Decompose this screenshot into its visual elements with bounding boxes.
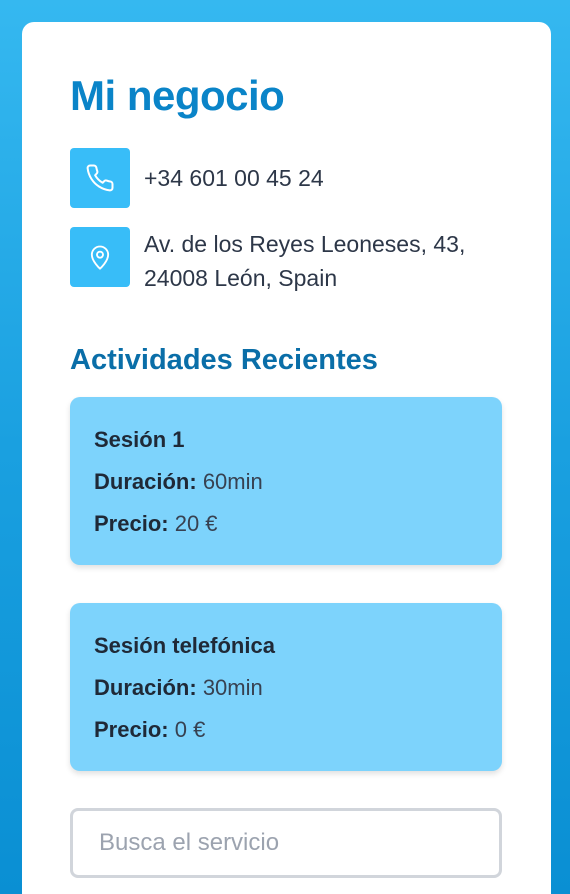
price-value: 0 € <box>174 717 206 742</box>
page-title: Mi negocio <box>70 72 285 119</box>
address-text: Av. de los Reyes Leoneses, 43, 24008 Leó… <box>144 231 466 291</box>
activity-card[interactable]: Sesión telefónica Duración: 30min Precio… <box>70 603 502 771</box>
duration-label: Duración: <box>94 469 197 494</box>
search-input[interactable] <box>70 808 502 878</box>
duration-value: 60min <box>202 469 263 494</box>
duration-value: 30min <box>202 675 263 700</box>
business-card: Mi negocio +34 601 00 45 24 Av. de los R… <box>22 22 551 894</box>
price-value: 20 € <box>174 511 218 536</box>
phone-number: +34 601 00 45 24 <box>144 165 324 191</box>
duration-label: Duración: <box>94 675 197 700</box>
address-row[interactable]: Av. de los Reyes Leoneses, 43, 24008 Leó… <box>70 227 484 295</box>
activity-duration: Duración: 30min <box>94 675 478 703</box>
activity-duration: Duración: 60min <box>94 469 478 497</box>
activity-price: Precio: 0 € <box>94 717 478 745</box>
activity-price: Precio: 20 € <box>94 511 478 539</box>
recent-activities-title: Actividades Recientes <box>70 344 378 376</box>
activity-name: Sesión 1 <box>94 427 185 452</box>
activity-name: Sesión telefónica <box>94 633 275 658</box>
price-label: Precio: <box>94 511 169 536</box>
activity-card[interactable]: Sesión 1 Duración: 60min Precio: 20 € <box>70 397 502 565</box>
map-pin-icon <box>70 227 130 287</box>
price-label: Precio: <box>94 717 169 742</box>
phone-row[interactable]: +34 601 00 45 24 <box>70 148 324 208</box>
phone-icon <box>70 148 130 208</box>
